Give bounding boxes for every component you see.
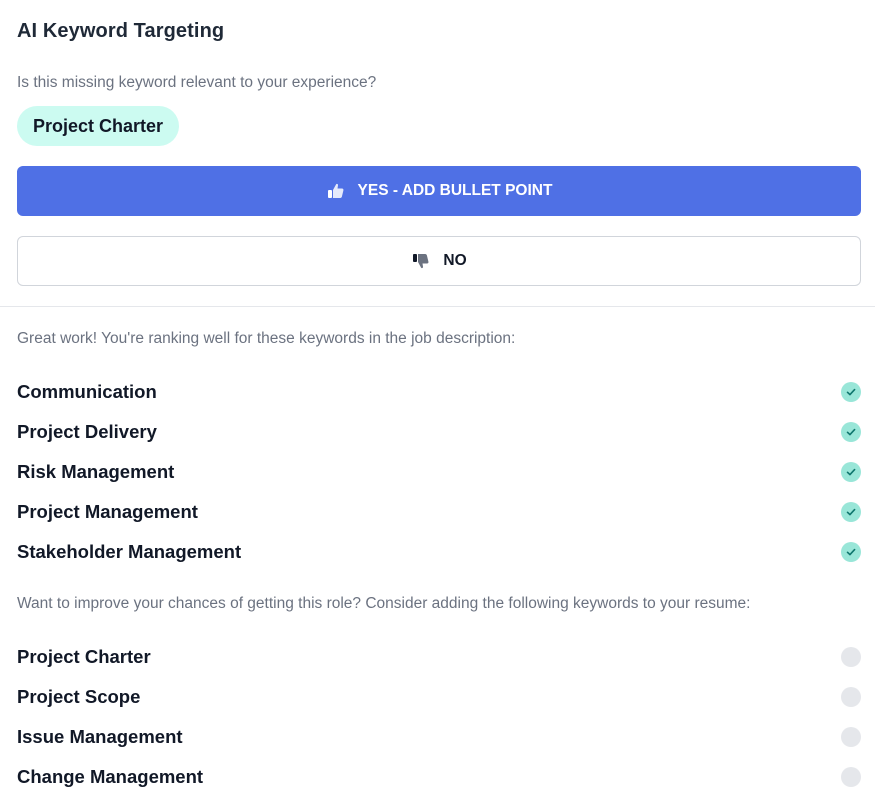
thumbs-up-icon: [326, 181, 346, 201]
ranking-note: Great work! You're ranking well for thes…: [17, 330, 516, 347]
list-item: Project Management: [17, 492, 861, 532]
keyword-label: Issue Management: [17, 726, 183, 747]
keyword-label: Project Management: [17, 501, 198, 522]
improve-note: Want to improve your chances of getting …: [17, 595, 751, 612]
empty-circle-icon: [841, 767, 861, 787]
yes-button-label: YES - ADD BULLET POINT: [357, 182, 553, 199]
check-circle-icon: [841, 422, 861, 442]
list-item: Project Delivery: [17, 412, 861, 452]
keyword-pill: Project Charter: [17, 106, 180, 146]
empty-circle-icon: [841, 687, 861, 707]
page-title: AI Keyword Targeting: [17, 20, 225, 42]
empty-circle-icon: [841, 727, 861, 747]
keyword-label: Risk Management: [17, 461, 175, 482]
keyword-label: Project Delivery: [17, 421, 157, 442]
keyword-label: Project Charter: [17, 646, 151, 667]
check-circle-icon: [841, 382, 861, 402]
keyword-label: Stakeholder Management: [17, 541, 242, 562]
keyword-label: Project Scope: [17, 686, 141, 707]
yes-add-bullet-button[interactable]: YES - ADD BULLET POINT: [17, 166, 861, 216]
check-circle-icon: [841, 502, 861, 522]
keyword-label: Change Management: [17, 766, 204, 787]
list-item: Project Charter: [17, 637, 861, 677]
thumbs-down-icon: [411, 251, 431, 271]
list-item: Communication: [17, 372, 861, 412]
keyword-label: Communication: [17, 381, 157, 402]
check-circle-icon: [841, 462, 861, 482]
list-item: Risk Management: [17, 452, 861, 492]
check-circle-icon: [841, 542, 861, 562]
list-item: Issue Management: [17, 717, 861, 757]
no-button-label: NO: [443, 252, 467, 269]
empty-circle-icon: [841, 647, 861, 667]
section-divider: [0, 306, 875, 307]
list-item: Project Scope: [17, 677, 861, 717]
list-item: Stakeholder Management: [17, 532, 861, 572]
no-button[interactable]: NO: [17, 236, 861, 286]
keyword-question: Is this missing keyword relevant to your…: [17, 74, 377, 91]
missing-keyword-list: Project Charter Project Scope Issue Mana…: [17, 637, 861, 797]
ranked-keyword-list: Communication Project Delivery Risk Mana…: [17, 372, 861, 572]
list-item: Change Management: [17, 757, 861, 797]
